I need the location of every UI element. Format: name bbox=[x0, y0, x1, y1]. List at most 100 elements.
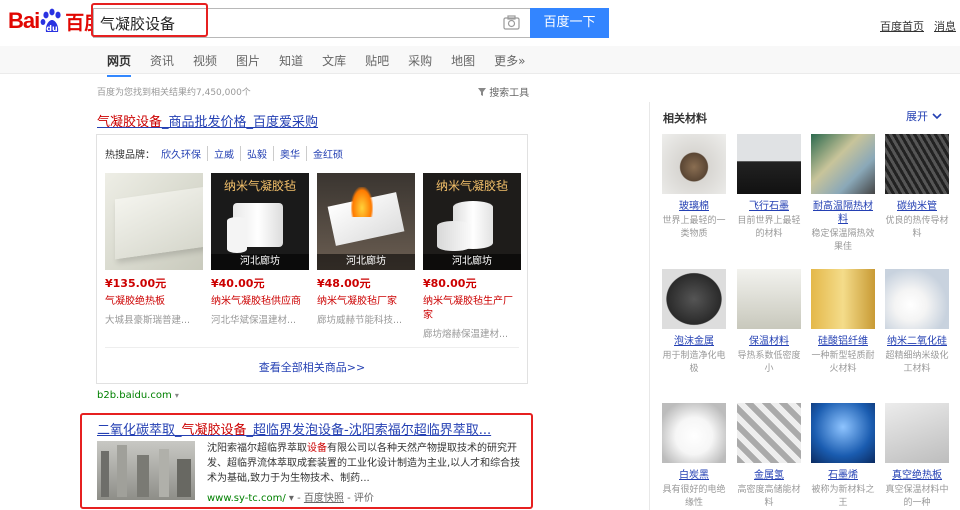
material-desc: 世界上最轻的一类物质 bbox=[662, 216, 726, 239]
camera-icon[interactable] bbox=[503, 15, 520, 30]
material-item[interactable]: 玻璃棉世界上最轻的一类物质 bbox=[662, 134, 726, 241]
product-image[interactable]: 纳米气凝胶毡 河北廊坊 bbox=[423, 173, 521, 270]
material-image[interactable] bbox=[737, 269, 801, 329]
tab-images[interactable]: 图片 bbox=[236, 52, 260, 69]
material-image[interactable] bbox=[662, 403, 726, 463]
material-image[interactable] bbox=[885, 134, 949, 194]
product-item[interactable]: 河北廊坊 ¥48.00元 纳米气凝胶毡厂家 廊坊威赫节能科技... bbox=[317, 173, 415, 326]
material-image[interactable] bbox=[662, 269, 726, 329]
result2-thumbnail[interactable] bbox=[97, 441, 195, 500]
tab-caigou[interactable]: 采购 bbox=[408, 52, 432, 69]
chevron-down-icon[interactable]: ▾ bbox=[175, 391, 179, 400]
material-item[interactable]: 硅酸铝纤维 一种新型轻质耐火材料 bbox=[811, 269, 875, 376]
material-desc: 导热系数低密度小 bbox=[737, 351, 801, 374]
brand-link[interactable]: 金红硕 bbox=[307, 146, 349, 161]
product-price: ¥135.00元 bbox=[105, 277, 167, 290]
divider bbox=[105, 347, 519, 348]
search-input[interactable] bbox=[100, 12, 495, 34]
material-name[interactable]: 石墨烯 bbox=[811, 469, 875, 482]
panel-title: 相关材料 bbox=[663, 112, 707, 125]
result2-title-highlight: 气凝胶设备 bbox=[181, 423, 247, 438]
tab-news[interactable]: 资讯 bbox=[150, 52, 174, 69]
material-name[interactable]: 纳米二氧化硅 bbox=[885, 335, 949, 348]
product-image[interactable] bbox=[105, 173, 203, 270]
tab-more[interactable]: 更多» bbox=[494, 52, 525, 69]
product-item[interactable]: 纳米气凝胶毡 河北廊坊 ¥80.00元 纳米气凝胶毡生产厂家 廊坊熔赫保温建材.… bbox=[423, 173, 521, 340]
chevron-down-icon[interactable]: ▾ bbox=[289, 493, 294, 504]
product-name[interactable]: 纳米气凝胶毡生产厂家 bbox=[423, 295, 521, 323]
product-name[interactable]: 纳米气凝胶毡厂家 bbox=[317, 295, 415, 309]
material-image[interactable] bbox=[811, 134, 875, 194]
material-image[interactable] bbox=[737, 403, 801, 463]
chevron-down-icon bbox=[932, 112, 942, 119]
tab-tieba[interactable]: 贴吧 bbox=[365, 52, 389, 69]
product-image[interactable]: 河北廊坊 bbox=[317, 173, 415, 270]
material-name[interactable]: 飞行石墨 bbox=[737, 200, 801, 213]
result2-title-a: 二氧化碳萃取_ bbox=[97, 423, 182, 438]
brand-link[interactable]: 奥华 bbox=[274, 146, 307, 161]
product-image[interactable]: 纳米气凝胶毡 河北廊坊 bbox=[211, 173, 309, 270]
expand-button[interactable]: 展开 bbox=[906, 108, 942, 124]
view-all-products-link[interactable]: 查看全部相关商品>> bbox=[97, 359, 527, 375]
result2-url[interactable]: www.sy-tc.com/ bbox=[207, 493, 286, 504]
tab-map[interactable]: 地图 bbox=[451, 52, 475, 69]
product-seller: 廊坊威赫节能科技... bbox=[317, 315, 403, 326]
material-name[interactable]: 白炭黑 bbox=[662, 469, 726, 482]
material-item[interactable]: 保温材料导热系数低密度小 bbox=[737, 269, 801, 376]
material-name[interactable]: 硅酸铝纤维 bbox=[811, 335, 875, 348]
result-count: 百度为您找到相关结果约7,450,000个 bbox=[97, 88, 251, 98]
review-link[interactable]: 评价 bbox=[354, 493, 374, 504]
product-seller: 河北华斌保温建材... bbox=[211, 315, 297, 326]
material-item[interactable]: 白炭黑 具有很好的电绝缘性 bbox=[662, 403, 726, 510]
result1-url[interactable]: b2b.baidu.com ▾ bbox=[97, 390, 179, 401]
material-name[interactable]: 泡沫金属 bbox=[662, 335, 726, 348]
material-image[interactable] bbox=[811, 269, 875, 329]
result2-desc-highlight: 设备 bbox=[307, 443, 327, 454]
material-desc: 优良的热传导材料 bbox=[885, 216, 949, 239]
material-name[interactable]: 保温材料 bbox=[737, 335, 801, 348]
material-item[interactable]: 金属氢 高密度高储能材料 bbox=[737, 403, 801, 510]
snapshot-link[interactable]: 百度快照 bbox=[304, 493, 344, 504]
product-name[interactable]: 纳米气凝胶毡供应商 bbox=[211, 295, 309, 309]
result2-title[interactable]: 二氧化碳萃取_气凝胶设备_超临界发泡设备-沈阳索福尔超临界萃取... bbox=[97, 419, 491, 438]
header: Bai du 百度 百度一下 百度首页 消息 bbox=[0, 0, 960, 46]
result2-title-b: _超临界发泡设备-沈阳索福尔超临界萃取... bbox=[246, 423, 492, 438]
link-baidu-home[interactable]: 百度首页 bbox=[880, 18, 924, 34]
search-tool-button[interactable]: 搜索工具 bbox=[478, 84, 529, 99]
brand-link[interactable]: 立威 bbox=[208, 146, 241, 161]
tab-zhidao[interactable]: 知道 bbox=[279, 52, 303, 69]
material-image[interactable] bbox=[885, 403, 949, 463]
brand-link[interactable]: 欣久环保 bbox=[155, 146, 208, 161]
material-image[interactable] bbox=[885, 269, 949, 329]
product-item[interactable]: ¥135.00元 气凝胶绝热板 大城县豪斯瑞普建... bbox=[105, 173, 203, 326]
material-name[interactable]: 金属氢 bbox=[737, 469, 801, 482]
material-item[interactable]: 泡沫金属 用于制造净化电极 bbox=[662, 269, 726, 376]
material-name[interactable]: 玻璃棉 bbox=[662, 200, 726, 213]
material-name[interactable]: 真空绝热板 bbox=[885, 469, 949, 482]
product-item[interactable]: 纳米气凝胶毡 河北廊坊 ¥40.00元 纳米气凝胶毡供应商 河北华斌保温建材..… bbox=[211, 173, 309, 326]
link-messages[interactable]: 消息 bbox=[934, 18, 956, 34]
tab-web[interactable]: 网页 bbox=[107, 52, 132, 77]
tab-video[interactable]: 视频 bbox=[193, 52, 217, 69]
material-item[interactable]: 石墨烯 被称为新材料之王 bbox=[811, 403, 875, 510]
product-seller: 大城县豪斯瑞普建... bbox=[105, 315, 191, 326]
material-item[interactable]: 耐高温隔热材料 稳定保温隔热效果佳 bbox=[811, 134, 875, 254]
baidu-logo[interactable]: Bai du 百度 bbox=[8, 6, 103, 36]
product-location: 河北廊坊 bbox=[211, 254, 309, 270]
material-item[interactable]: 纳米二氧化硅 超精细纳米级化工材料 bbox=[885, 269, 949, 376]
material-item[interactable]: 真空绝热板 真空保温材料中的一种 bbox=[885, 403, 949, 510]
material-item[interactable]: 碳纳米管优良的热传导材料 bbox=[885, 134, 949, 241]
brand-link[interactable]: 弘毅 bbox=[241, 146, 274, 161]
material-name[interactable]: 碳纳米管 bbox=[885, 200, 949, 213]
top-links: 百度首页 消息 bbox=[880, 18, 956, 34]
material-image[interactable] bbox=[811, 403, 875, 463]
search-button[interactable]: 百度一下 bbox=[530, 8, 609, 38]
product-name[interactable]: 气凝胶绝热板 bbox=[105, 295, 203, 309]
material-item[interactable]: 飞行石墨 目前世界上最轻的材料 bbox=[737, 134, 801, 241]
result1-title[interactable]: 气凝胶设备_商品批发价格_百度爱采购 bbox=[97, 111, 318, 130]
material-name[interactable]: 耐高温隔热材料 bbox=[811, 200, 875, 226]
paw-icon: du bbox=[40, 8, 61, 33]
material-image[interactable] bbox=[737, 134, 801, 194]
material-image[interactable] bbox=[662, 134, 726, 194]
tab-wenku[interactable]: 文库 bbox=[322, 52, 346, 69]
